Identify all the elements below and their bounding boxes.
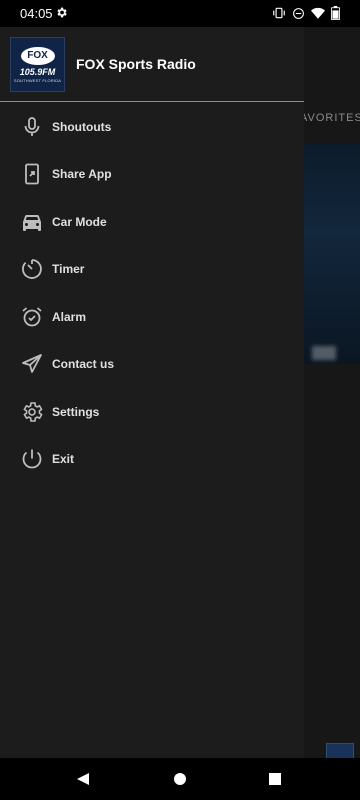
menu-item-contact-us[interactable]: Contact us (0, 341, 304, 389)
menu-label: Exit (52, 452, 75, 467)
logo-frequency: 105.9FM (19, 66, 56, 77)
home-icon[interactable] (173, 772, 187, 791)
do-not-disturb-icon (292, 7, 305, 25)
power-icon (20, 447, 44, 471)
gear-icon (20, 400, 44, 424)
vibrate-icon (272, 6, 286, 25)
alarm-clock-icon (20, 305, 44, 329)
banner-image (304, 144, 360, 364)
navigation-drawer: FOX 105.9FM SOUTHWEST FLORIDA FOX Sports… (0, 27, 304, 758)
battery-icon (331, 6, 340, 25)
drawer-header: FOX 105.9FM SOUTHWEST FLORIDA FOX Sports… (0, 27, 304, 102)
system-nav-bar (0, 758, 360, 800)
app-title: FOX Sports Radio (76, 56, 196, 72)
drawer-menu: Shoutouts Share App Car Mode Timer Alarm (0, 103, 304, 483)
menu-item-share-app[interactable]: Share App (0, 151, 304, 199)
menu-item-exit[interactable]: Exit (0, 436, 304, 484)
menu-item-shoutouts[interactable]: Shoutouts (0, 103, 304, 151)
recent-apps-icon[interactable] (268, 772, 282, 791)
menu-item-settings[interactable]: Settings (0, 388, 304, 436)
menu-label: Settings (52, 404, 100, 419)
tab-favorites[interactable]: AVORITES (300, 112, 360, 124)
share-phone-icon (20, 162, 44, 186)
car-icon (20, 210, 44, 234)
menu-label: Timer (52, 262, 85, 277)
menu-item-alarm[interactable]: Alarm (0, 293, 304, 341)
send-icon (20, 352, 44, 376)
status-bar: 04:05 (0, 0, 360, 27)
timer-icon (20, 257, 44, 281)
menu-item-timer[interactable]: Timer (0, 246, 304, 294)
logo-brand: FOX (20, 46, 55, 65)
logo-subtitle: SOUTHWEST FLORIDA (13, 77, 62, 83)
menu-item-car-mode[interactable]: Car Mode (0, 198, 304, 246)
menu-label: Car Mode (52, 214, 107, 229)
menu-label: Alarm (52, 309, 87, 324)
wifi-icon (311, 7, 325, 25)
status-time: 04:05 (20, 6, 53, 21)
menu-label: Contact us (52, 357, 115, 372)
menu-label: Share App (52, 167, 112, 182)
gear-icon (55, 6, 68, 24)
back-icon[interactable] (76, 772, 90, 791)
app-logo: FOX 105.9FM SOUTHWEST FLORIDA (10, 37, 65, 92)
menu-label: Shoutouts (52, 119, 112, 134)
status-icons (272, 6, 340, 25)
microphone-icon (20, 115, 44, 139)
